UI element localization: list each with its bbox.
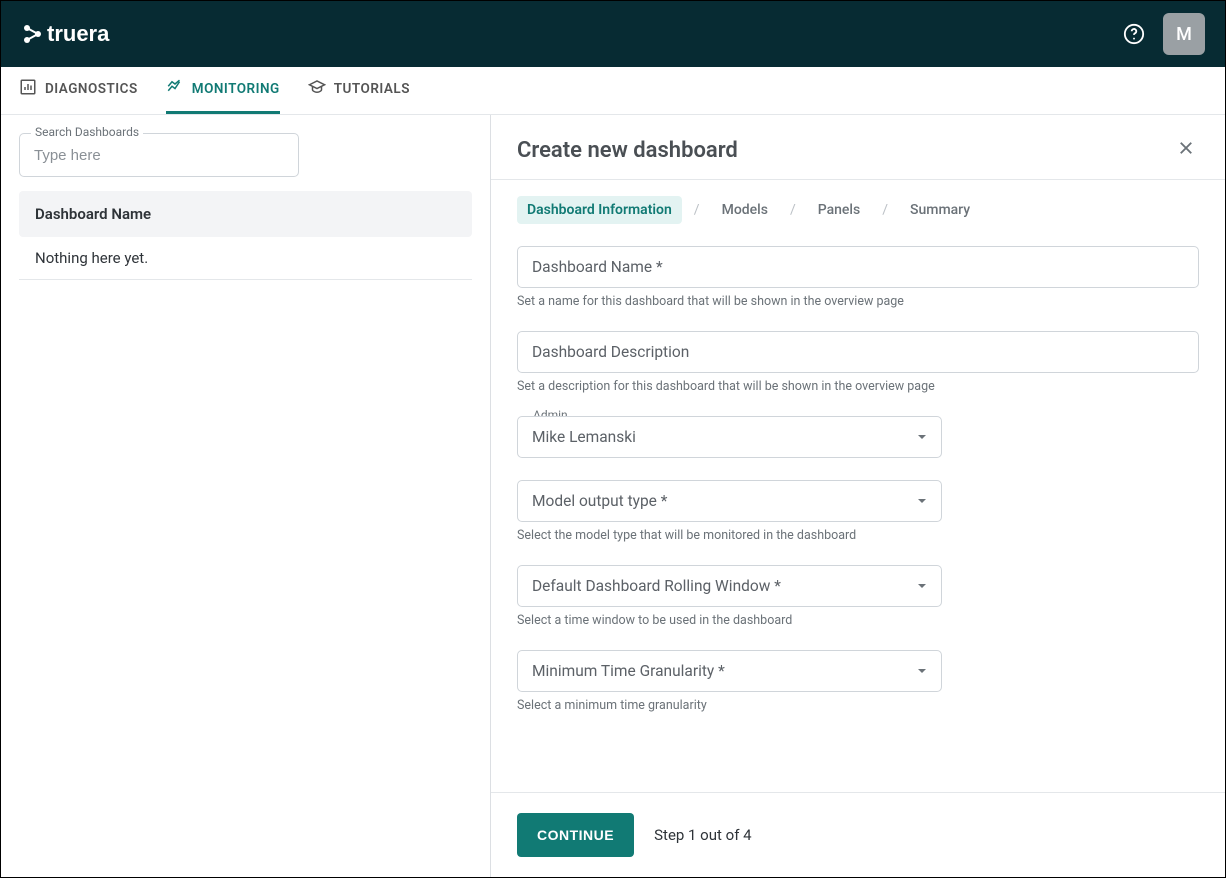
admin-select[interactable]: Mike Lemanski [517, 416, 942, 458]
tab-label: MONITORING [192, 81, 280, 97]
trend-icon [166, 78, 184, 100]
crumb-separator: / [790, 202, 796, 218]
step-models[interactable]: Models [712, 196, 778, 224]
help-icon[interactable] [1123, 23, 1145, 45]
tab-label: DIAGNOSTICS [45, 81, 138, 97]
dashboard-list-sidebar: Search Dashboards Dashboard Name Nothing… [1, 115, 491, 877]
field-dashboard-description: Dashboard Description Set a description … [517, 331, 1199, 394]
search-wrap: Search Dashboards [19, 133, 472, 177]
field-model-output-type: Model output type * Select the model typ… [517, 480, 942, 543]
min-granularity-select[interactable]: Minimum Time Granularity * [517, 650, 942, 692]
search-label: Search Dashboards [31, 125, 143, 139]
step-indicator: Step 1 out of 4 [654, 826, 751, 844]
chevron-down-icon [917, 577, 927, 595]
crumb-separator: / [694, 202, 700, 218]
dashboard-name-input[interactable]: Dashboard Name * [517, 246, 1199, 288]
model-output-select[interactable]: Model output type * [517, 480, 942, 522]
tab-label: TUTORIALS [334, 81, 410, 97]
panel-footer: CONTINUE Step 1 out of 4 [491, 792, 1225, 877]
dashboard-description-input[interactable]: Dashboard Description [517, 331, 1199, 373]
main-area: Search Dashboards Dashboard Name Nothing… [1, 115, 1225, 877]
top-bar-right: M [1123, 13, 1205, 55]
step-panels[interactable]: Panels [808, 196, 870, 224]
graduation-icon [308, 78, 326, 100]
rolling-window-select[interactable]: Default Dashboard Rolling Window * [517, 565, 942, 607]
panel-body: Dashboard Information / Models / Panels … [491, 180, 1225, 792]
avatar-initial: M [1176, 24, 1192, 45]
close-icon [1177, 142, 1195, 161]
step-summary[interactable]: Summary [900, 196, 980, 224]
dashboard-list: Dashboard Name Nothing here yet. [19, 191, 472, 280]
tab-tutorials[interactable]: TUTORIALS [308, 67, 410, 114]
tab-diagnostics[interactable]: DIAGNOSTICS [19, 67, 138, 114]
chevron-down-icon [917, 492, 927, 510]
wizard-steps: Dashboard Information / Models / Panels … [517, 196, 1199, 224]
select-placeholder: Model output type * [532, 492, 667, 510]
main-nav: DIAGNOSTICS MONITORING TUTORIALS [1, 67, 1225, 115]
bar-chart-icon [19, 78, 37, 100]
top-bar: truera M [1, 1, 1225, 67]
close-button[interactable] [1173, 135, 1199, 165]
helper-text: Select a minimum time granularity [517, 698, 942, 713]
field-rolling-window: Default Dashboard Rolling Window * Selec… [517, 565, 942, 628]
crumb-separator: / [882, 202, 888, 218]
chevron-down-icon [917, 428, 927, 446]
step-dashboard-information[interactable]: Dashboard Information [517, 196, 682, 224]
continue-button[interactable]: CONTINUE [517, 813, 634, 857]
helper-text: Select a time window to be used in the d… [517, 613, 942, 628]
tab-monitoring[interactable]: MONITORING [166, 67, 280, 114]
input-placeholder: Dashboard Description [532, 343, 689, 361]
field-dashboard-name: Dashboard Name * Set a name for this das… [517, 246, 1199, 309]
list-header: Dashboard Name [19, 191, 472, 237]
field-admin: Admin Mike Lemanski [517, 416, 942, 458]
helper-text: Set a description for this dashboard tha… [517, 379, 1199, 394]
select-placeholder: Default Dashboard Rolling Window * [532, 577, 781, 595]
chevron-down-icon [917, 662, 927, 680]
select-placeholder: Minimum Time Granularity * [532, 662, 725, 680]
panel-header: Create new dashboard [491, 115, 1225, 180]
panel-title: Create new dashboard [517, 138, 738, 163]
input-placeholder: Dashboard Name * [532, 258, 663, 276]
logo-text: truera [47, 21, 110, 46]
create-dashboard-panel: Create new dashboard Dashboard Informati… [491, 115, 1225, 877]
helper-text: Select the model type that will be monit… [517, 528, 942, 543]
app-frame: truera M DIAGNOSTICS [0, 0, 1226, 878]
helper-text: Set a name for this dashboard that will … [517, 294, 1199, 309]
list-empty-row: Nothing here yet. [19, 237, 472, 280]
admin-value: Mike Lemanski [532, 428, 636, 446]
user-avatar[interactable]: M [1163, 13, 1205, 55]
field-min-granularity: Minimum Time Granularity * Select a mini… [517, 650, 942, 713]
search-input[interactable] [19, 133, 299, 177]
logo[interactable]: truera [21, 19, 131, 49]
